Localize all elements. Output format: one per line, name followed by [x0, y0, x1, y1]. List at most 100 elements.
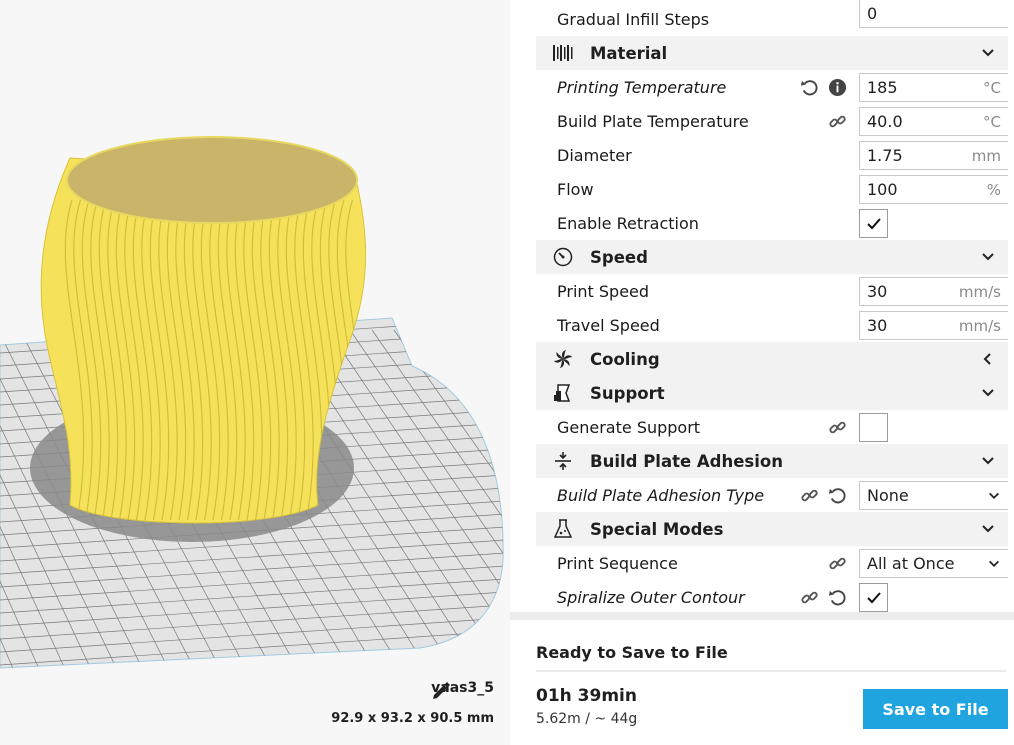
- input-unit: mm/s: [958, 316, 1001, 335]
- reset-icon[interactable]: [828, 588, 847, 607]
- setting-label: Build Plate Adhesion Type: [557, 485, 765, 505]
- input-unit: %: [986, 180, 1001, 199]
- category-special-modes[interactable]: Special Modes: [536, 512, 1008, 546]
- print-sequence-select[interactable]: All at Once: [859, 549, 1008, 578]
- setting-generate-support: Generate Support: [536, 410, 1008, 444]
- 3d-viewport[interactable]: vaas3_5 92.9 x 93.2 x 90.5 mm: [0, 0, 510, 745]
- link-icon[interactable]: [828, 418, 847, 437]
- material-icon: [553, 45, 573, 61]
- link-icon[interactable]: [828, 112, 847, 131]
- travel-speed-input[interactable]: 30 mm/s: [859, 311, 1008, 340]
- print-speed-input[interactable]: 30 mm/s: [859, 277, 1008, 306]
- category-label: Special Modes: [590, 519, 724, 539]
- setting-label: Gradual Infill Steps: [557, 9, 710, 29]
- chevron-down-icon: [989, 560, 999, 567]
- category-build-plate-adhesion[interactable]: Build Plate Adhesion: [536, 444, 1008, 478]
- setting-build-plate-adhesion-type: Build Plate Adhesion Type None: [536, 478, 1008, 512]
- reset-icon[interactable]: [800, 78, 819, 97]
- category-support[interactable]: Support: [536, 376, 1008, 410]
- input-value: 30: [867, 316, 888, 335]
- generate-support-checkbox[interactable]: [859, 413, 888, 442]
- model-top-surface: [66, 136, 358, 224]
- setting-label: Generate Support: [557, 417, 701, 437]
- info-icon[interactable]: [828, 78, 847, 97]
- checkmark-icon: [866, 591, 881, 603]
- setting-label: Flow: [557, 179, 594, 199]
- spiralize-checkbox[interactable]: [859, 583, 888, 612]
- category-label: Cooling: [590, 349, 660, 369]
- chevron-down-icon: [982, 525, 994, 533]
- flask-icon: [553, 519, 573, 538]
- category-label: Material: [590, 43, 668, 63]
- chevron-down-icon: [982, 253, 994, 261]
- scene-canvas[interactable]: [0, 0, 510, 680]
- chevron-down-icon: [982, 457, 994, 465]
- divider: [536, 670, 1006, 672]
- select-value: None: [867, 486, 909, 505]
- link-icon[interactable]: [800, 588, 819, 607]
- link-icon[interactable]: [800, 486, 819, 505]
- support-icon: [554, 384, 571, 402]
- setting-build-plate-temperature: Build Plate Temperature 40.0 °C: [536, 104, 1008, 138]
- setting-travel-speed: Travel Speed 30 mm/s: [536, 308, 1008, 342]
- setting-label: Spiralize Outer Contour: [557, 587, 745, 607]
- chevron-down-icon: [989, 492, 999, 499]
- chevron-left-icon: [983, 353, 991, 365]
- input-value: 1.75: [867, 146, 903, 165]
- setting-label: Diameter: [557, 145, 632, 165]
- input-unit: °C: [983, 78, 1001, 97]
- input-value: 100: [867, 180, 898, 199]
- settings-panel: Gradual Infill Steps 0 Material Printing…: [510, 0, 1014, 745]
- setting-printing-temperature: Printing Temperature 185 °C: [536, 70, 1008, 104]
- build-plate-temperature-input[interactable]: 40.0 °C: [859, 107, 1008, 136]
- input-value: 0: [867, 4, 878, 23]
- diameter-input[interactable]: 1.75 mm: [859, 141, 1008, 170]
- input-unit: mm/s: [958, 282, 1001, 301]
- speedometer-icon: [553, 247, 573, 267]
- category-speed[interactable]: Speed: [536, 240, 1008, 274]
- setting-label: Build Plate Temperature: [557, 111, 749, 131]
- chevron-down-icon: [982, 389, 994, 397]
- fan-icon: [553, 350, 573, 368]
- checkmark-icon: [866, 217, 881, 229]
- job-status: Ready to Save to File: [536, 643, 728, 662]
- panel-separator: [510, 612, 1014, 620]
- print-time: 01h 39min: [536, 686, 637, 706]
- reset-icon[interactable]: [828, 486, 847, 505]
- flow-input[interactable]: 100%: [859, 175, 1008, 204]
- model-name-row: vaas3_5: [431, 680, 494, 699]
- chevron-down-icon: [982, 49, 994, 57]
- model-vase[interactable]: [40, 136, 367, 524]
- save-to-file-button[interactable]: Save to File: [863, 689, 1008, 729]
- category-label: Support: [590, 383, 665, 403]
- model-dimensions: 92.9 x 93.2 x 90.5 mm: [331, 711, 494, 726]
- setting-label: Print Speed: [557, 281, 650, 301]
- input-unit: °C: [983, 112, 1001, 131]
- printing-temperature-input[interactable]: 185 °C: [859, 73, 1008, 102]
- setting-enable-retraction: Enable Retraction: [536, 206, 1008, 240]
- input-value: 30: [867, 282, 888, 301]
- link-icon[interactable]: [828, 554, 847, 573]
- enable-retraction-checkbox[interactable]: [859, 209, 888, 238]
- pencil-icon[interactable]: [431, 680, 451, 700]
- input-value: 40.0: [867, 112, 903, 131]
- setting-label: Enable Retraction: [557, 213, 699, 233]
- setting-label: Travel Speed: [557, 315, 660, 335]
- print-material-usage: 5.62m / ~ 44g: [536, 711, 638, 727]
- category-material[interactable]: Material: [536, 36, 1008, 70]
- adhesion-type-select[interactable]: None: [859, 481, 1008, 510]
- setting-diameter: Diameter 1.75 mm: [536, 138, 1008, 172]
- category-label: Speed: [590, 247, 648, 267]
- input-value: 185: [867, 78, 898, 97]
- setting-print-speed: Print Speed 30 mm/s: [536, 274, 1008, 308]
- setting-label: Printing Temperature: [557, 77, 727, 97]
- setting-flow: Flow 100%: [536, 172, 1008, 206]
- setting-gradual-infill-steps: Gradual Infill Steps 0: [536, 0, 1008, 36]
- category-cooling[interactable]: Cooling: [536, 342, 1008, 376]
- adhesion-icon: [555, 452, 571, 470]
- gradual-infill-steps-input[interactable]: 0: [859, 0, 1008, 28]
- setting-label: Print Sequence: [557, 553, 678, 573]
- input-unit: mm: [971, 146, 1001, 165]
- setting-print-sequence: Print Sequence All at Once: [536, 546, 1008, 580]
- settings-list[interactable]: Gradual Infill Steps 0 Material Printing…: [536, 0, 1008, 612]
